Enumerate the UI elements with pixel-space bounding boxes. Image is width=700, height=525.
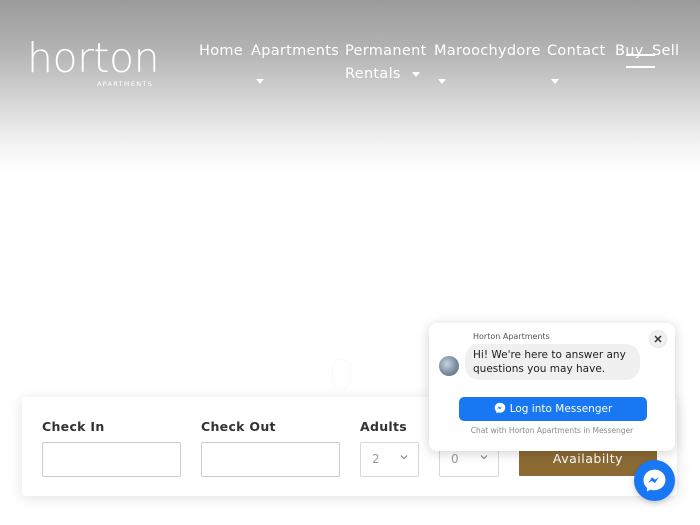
nav-contact-label: Contact [547,43,606,59]
children-value: 0 [451,452,459,466]
chat-page-name: Horton Apartments [473,332,550,341]
chevron-down-icon [254,70,264,93]
avatar [439,356,459,376]
messenger-icon [494,402,505,414]
log-into-messenger-button[interactable]: Log into Messenger [459,397,647,421]
nav-contact[interactable]: Contact [547,40,606,84]
hamburger-menu-icon[interactable] [626,54,655,70]
adults-value: 2 [372,452,380,466]
nav-permanent-rentals[interactable]: Permanent Rentals [345,40,427,82]
chevron-down-icon [480,455,488,460]
check-out-label: Check Out [201,419,276,434]
check-out-input[interactable] [201,442,340,477]
chat-footer-text: Chat with Horton Apartments in Messenger [470,426,634,435]
messenger-chat-button[interactable] [634,460,675,501]
close-icon[interactable] [650,331,666,347]
chevron-down-icon [400,455,408,460]
chevron-down-icon [549,70,559,93]
nav-permanent-label: Permanent [345,43,427,59]
nav-home[interactable]: Home [199,40,243,63]
login-label: Log into Messenger [509,403,613,415]
check-in-label: Check In [42,419,105,434]
check-in-input[interactable] [42,442,181,477]
messenger-chat-popup: Horton Apartments Hi! We're here to answ… [429,323,675,451]
nav-home-label: Home [199,43,244,59]
main-nav: Home Apartments Permanent Rentals Marooc… [0,40,700,100]
nav-apartments[interactable]: Apartments [251,40,340,84]
scroll-down-indicator [333,360,350,388]
nav-sell-label: Sell [652,43,680,59]
nav-maroochydore-label: Maroochydore [434,43,541,59]
chat-greeting: Hi! We're here to answer any questions y… [465,344,640,380]
adults-select[interactable]: 2 [360,442,419,477]
nav-sell[interactable]: Sell [652,40,679,63]
chevron-down-icon [411,71,420,77]
chevron-down-icon [436,70,446,93]
nav-rentals-label: Rentals [345,66,401,82]
messenger-icon [643,469,666,492]
nav-maroochydore[interactable]: Maroochydore [434,40,541,84]
nav-apartments-label: Apartments [251,43,340,59]
adults-label: Adults [360,419,408,434]
